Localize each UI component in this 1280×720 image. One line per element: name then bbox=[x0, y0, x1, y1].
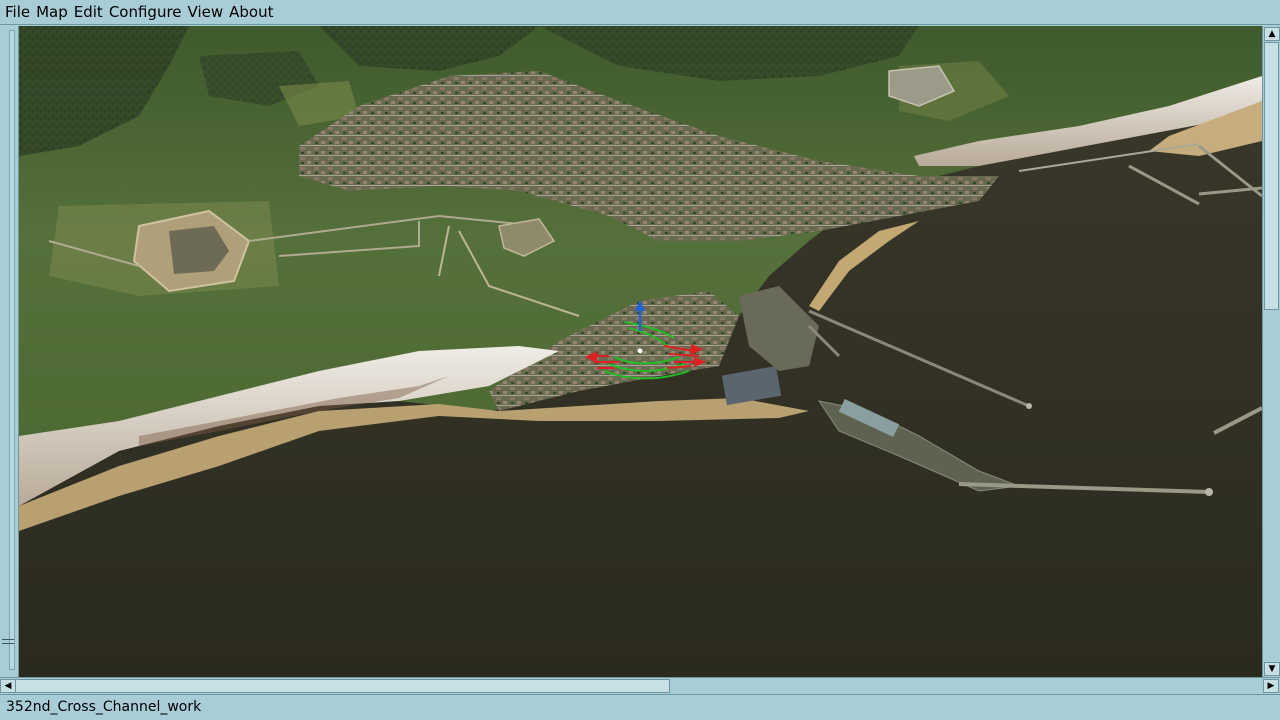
scroll-up-button[interactable]: ▲ bbox=[1264, 27, 1280, 41]
menu-bar: File Map Edit Configure View About bbox=[0, 0, 1280, 25]
breakwater-head bbox=[1205, 488, 1213, 496]
scroll-down-button[interactable]: ▼ bbox=[1264, 662, 1280, 676]
scroll-right-button[interactable]: ▶ bbox=[1263, 679, 1279, 693]
menu-view[interactable]: View bbox=[185, 0, 227, 25]
pier-head bbox=[1026, 403, 1032, 409]
map-3d-viewport[interactable] bbox=[19, 26, 1262, 677]
menu-map[interactable]: Map bbox=[33, 0, 71, 25]
vertical-scroll-thumb[interactable] bbox=[1264, 42, 1279, 310]
vertical-scrollbar[interactable]: ▲ ▼ bbox=[1262, 26, 1280, 677]
terrain-render[interactable] bbox=[19, 26, 1262, 677]
scroll-left-button[interactable]: ◀ bbox=[0, 679, 16, 693]
menu-edit[interactable]: Edit bbox=[71, 0, 106, 25]
splitter-grip bbox=[2, 639, 14, 644]
horizontal-scrollbar[interactable]: ◀ ▶ bbox=[0, 677, 1280, 694]
gizmo-center bbox=[637, 348, 643, 354]
left-side-panel-handle[interactable] bbox=[0, 26, 19, 677]
menu-file[interactable]: File bbox=[2, 0, 33, 25]
left-panel-splitter[interactable] bbox=[9, 30, 15, 670]
menu-configure[interactable]: Configure bbox=[106, 0, 185, 25]
menu-about[interactable]: About bbox=[226, 0, 276, 25]
mission-name-label: 352nd_Cross_Channel_work bbox=[6, 699, 202, 715]
status-bar: 352nd_Cross_Channel_work bbox=[0, 694, 1280, 720]
horizontal-scroll-thumb[interactable] bbox=[15, 679, 670, 693]
